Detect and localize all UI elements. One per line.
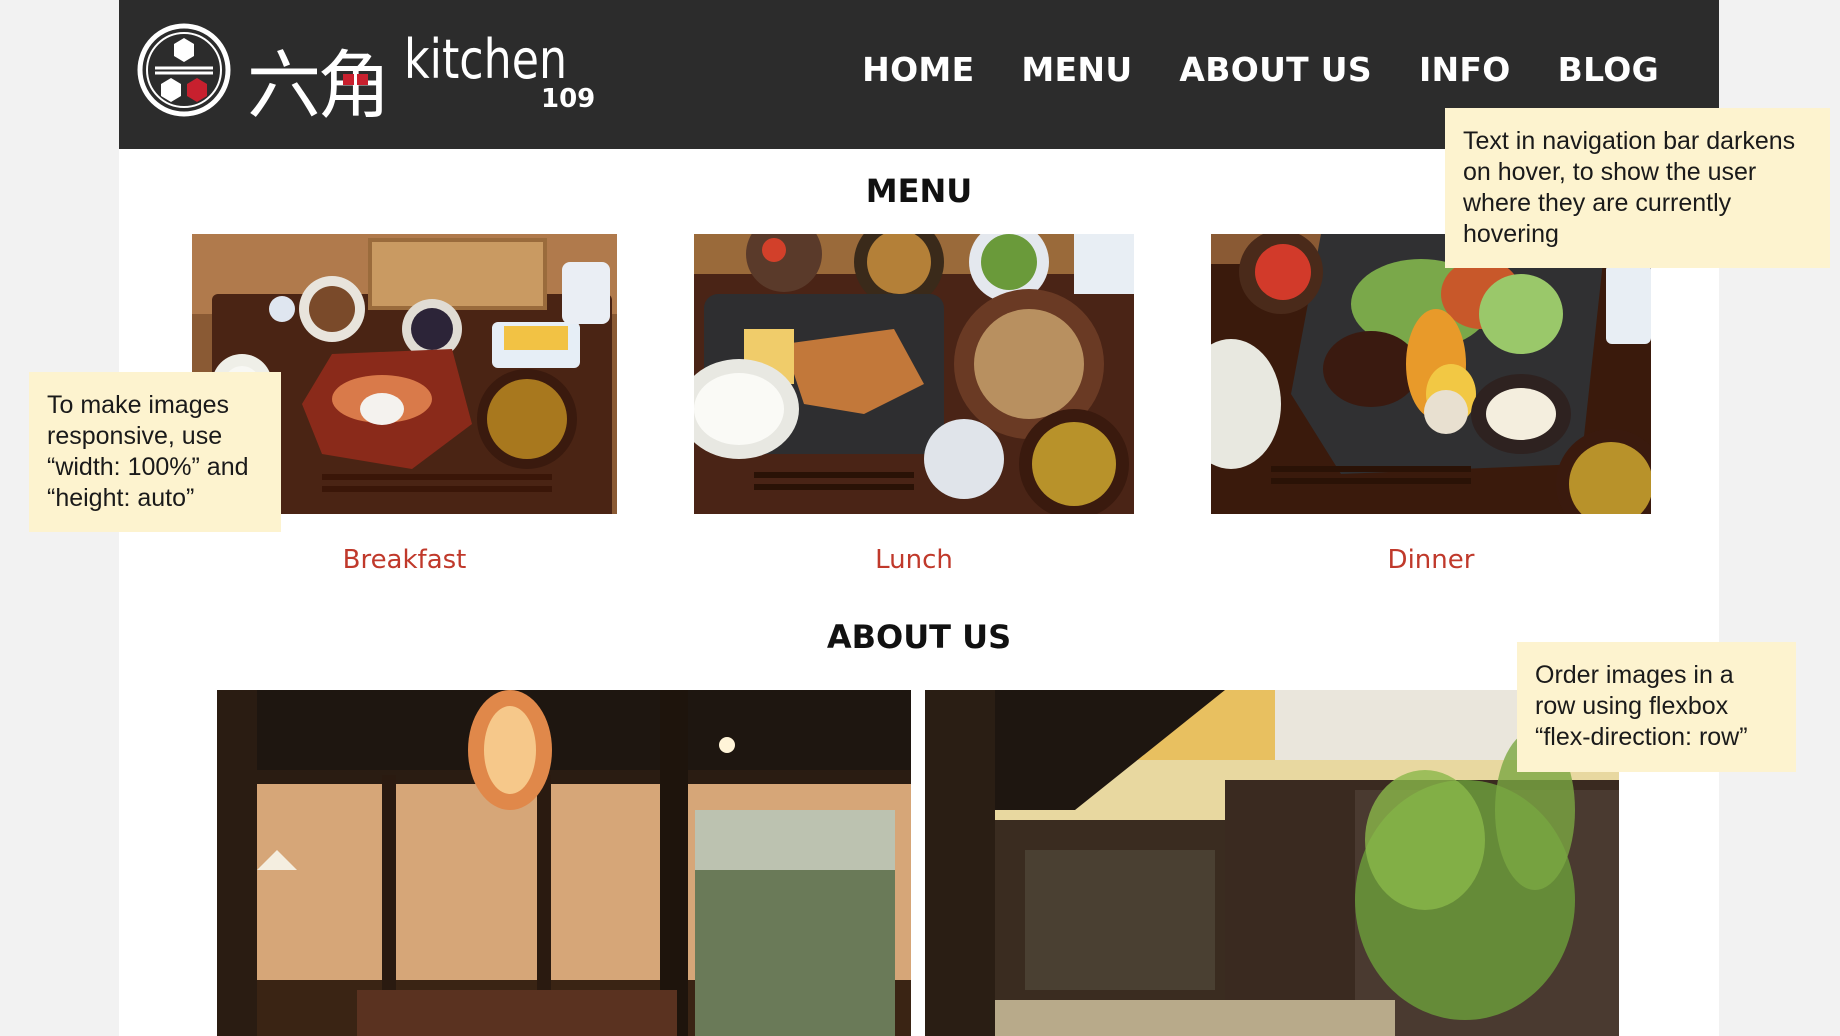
note-nav-hover: Text in navigation bar darkens on hover,… xyxy=(1445,108,1830,268)
nav-about-us[interactable]: ABOUT US xyxy=(1179,50,1372,89)
lunch-link[interactable]: Lunch xyxy=(694,545,1134,575)
about-interior-image[interactable] xyxy=(217,690,911,1036)
nav-menu: HOME MENU ABOUT US INFO BLOG xyxy=(862,50,1659,89)
about-entrance-image[interactable] xyxy=(925,690,1619,1036)
nav-home[interactable]: HOME xyxy=(862,50,974,89)
about-section-title: ABOUT US xyxy=(826,618,1012,656)
lunch-image[interactable] xyxy=(694,234,1134,514)
dinner-link[interactable]: Dinner xyxy=(1211,545,1651,575)
breakfast-link[interactable]: Breakfast xyxy=(192,545,617,575)
logo-kanji-accent xyxy=(357,74,368,85)
note-responsive-images: To make images responsive, use “width: 1… xyxy=(29,372,281,532)
logo-number: 109 xyxy=(541,84,596,114)
menu-item-lunch[interactable]: Lunch xyxy=(694,234,1134,584)
dinner-image[interactable] xyxy=(1211,234,1651,514)
nav-menu-link[interactable]: MENU xyxy=(1021,50,1132,89)
note-flex-row: Order images in a row using flexbox “fle… xyxy=(1517,642,1796,772)
logo-kanji-accent xyxy=(343,74,354,85)
menu-item-dinner[interactable]: Dinner xyxy=(1211,234,1651,584)
nav-info[interactable]: INFO xyxy=(1419,50,1511,89)
logo-kitchen: kitchen xyxy=(404,28,568,91)
nav-blog[interactable]: BLOG xyxy=(1558,50,1659,89)
